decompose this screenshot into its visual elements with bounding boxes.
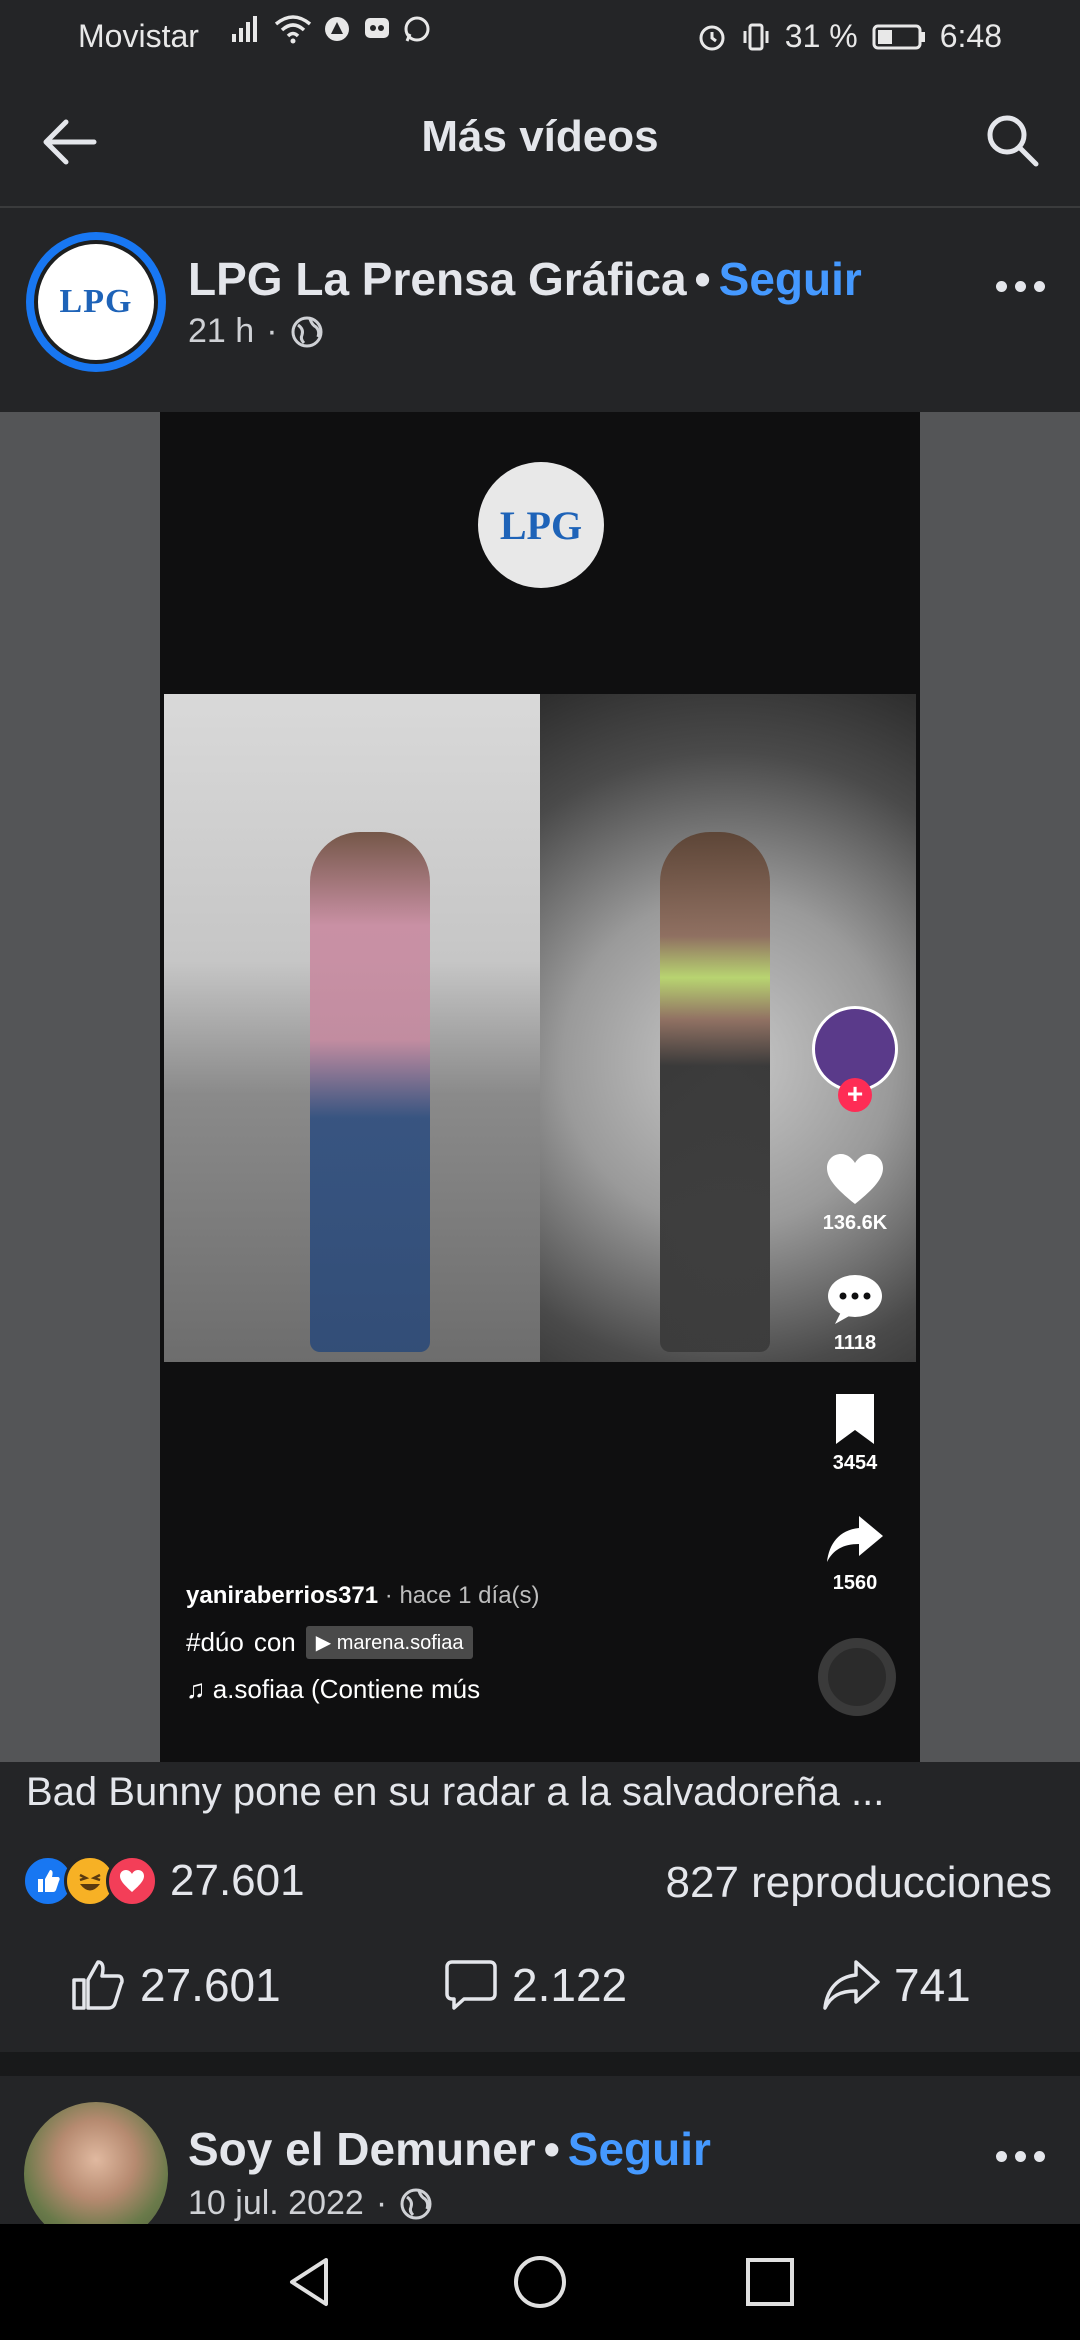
love-reaction-icon	[106, 1855, 158, 1907]
tiktok-like-count: 136.6K	[822, 1212, 888, 1234]
messenger-app-icon	[365, 18, 389, 38]
post-author: LPG La Prensa Gráfica • Seguir	[188, 252, 862, 306]
nav-home-icon[interactable]	[512, 2254, 568, 2310]
top-app-bar: Más vídeos	[0, 72, 1080, 208]
avatar-logo-text: LPG	[34, 240, 158, 364]
tiktok-music-line: ♫ a.sofiaa (Contiene mús	[186, 1674, 481, 1704]
heart-icon	[827, 1154, 883, 1204]
page-title: Más vídeos	[421, 112, 659, 161]
tiktok-con: con	[253, 1627, 296, 1657]
dancer-right	[660, 832, 770, 1352]
meta-dot: ·	[266, 312, 278, 350]
nav-back-icon[interactable]	[282, 2254, 338, 2310]
tiktok-share: 1560	[810, 1512, 900, 1595]
meta-dot-2: ·	[375, 2184, 388, 2222]
tiktok-like: 136.6K	[810, 1152, 900, 1235]
thumbs-up-icon	[72, 1960, 124, 2010]
comment-icon	[445, 1960, 497, 2010]
post-action-bar: 27.601 2.122 741	[0, 1940, 1080, 2040]
video-frame[interactable]: LPG + 136.6K 1118 3454 1560 yaniraberrio…	[160, 412, 920, 1762]
more-options-icon-2[interactable]	[990, 2136, 1050, 2176]
status-icons-left	[230, 14, 432, 44]
tiktok-comment: 1118	[810, 1272, 900, 1355]
like-button[interactable]: 27.601	[70, 1958, 281, 2012]
comment-count: 2.122	[512, 1959, 628, 2011]
tiktok-duet-chip: ▶ marena.sofiaa	[305, 1626, 474, 1659]
post2-date[interactable]: 10 jul. 2022	[188, 2184, 364, 2223]
lpg-logo: LPG	[478, 462, 604, 588]
tiktok-username: yaniraberrios371 · hace 1 día(s)	[186, 1582, 540, 1610]
nav-recents-icon[interactable]	[742, 2254, 798, 2310]
tiktok-time-ago: · hace 1 día(s)	[378, 1582, 540, 1609]
reaction-count: 27.601	[170, 1856, 305, 1905]
tiktok-save-count: 3454	[832, 1452, 878, 1474]
tiktok-music-disc-icon	[818, 1638, 896, 1716]
share-count: 741	[894, 1959, 971, 2011]
battery-icon	[872, 24, 925, 49]
share-arrow-icon	[827, 1516, 883, 1562]
view-count: 827 reproducciones	[665, 1858, 1052, 1907]
share-button[interactable]: 741	[822, 1958, 971, 2012]
status-icons-right: 31 % 6:48	[697, 18, 1002, 55]
carrier-name: Movistar	[78, 18, 199, 54]
feed-divider	[0, 2052, 1080, 2076]
battery-percent: 31 %	[784, 18, 858, 54]
wifi-icon	[274, 15, 312, 44]
post-meta: 21 h ·	[188, 312, 324, 351]
notification-app-icon	[325, 17, 349, 41]
alarm-icon	[699, 25, 725, 50]
tiktok-hashtag-line: #dúo con ▶ marena.sofiaa	[186, 1626, 474, 1659]
tiktok-comment-count: 1118	[833, 1332, 877, 1354]
signal-icon	[232, 16, 257, 42]
whatsapp-icon	[404, 16, 430, 42]
name-separator: •	[694, 253, 711, 305]
tiktok-save: 3454	[810, 1392, 900, 1475]
globe-icon	[400, 2188, 432, 2219]
tiktok-share-count: 1560	[832, 1572, 878, 1594]
dancer-left	[310, 832, 430, 1352]
share-icon	[823, 1960, 880, 2010]
system-navigation-bar	[0, 2224, 1080, 2340]
vibrate-icon	[743, 23, 769, 50]
tiktok-hashtag: #dúo	[186, 1627, 244, 1657]
post2-meta: 10 jul. 2022 ·	[188, 2184, 433, 2223]
page-name-link[interactable]: LPG La Prensa Gráfica	[188, 253, 687, 305]
more-options-icon[interactable]	[990, 266, 1050, 306]
comment-bubble-icon	[828, 1275, 882, 1324]
reaction-summary[interactable]: 27.601	[22, 1855, 305, 1907]
tiktok-username-text: yaniraberrios371	[186, 1582, 379, 1609]
name-separator-2: •	[543, 2123, 560, 2175]
globe-icon	[291, 316, 323, 347]
post-time[interactable]: 21 h	[188, 312, 254, 351]
bookmark-icon	[836, 1394, 874, 1444]
post2-author: Soy el Demuner • Seguir	[188, 2122, 711, 2176]
status-bar: Movistar 31 % 6:48	[0, 0, 1080, 72]
page-name-link-2[interactable]: Soy el Demuner	[188, 2123, 536, 2175]
comment-button[interactable]: 2.122	[444, 1958, 627, 2012]
clock: 6:48	[939, 18, 1002, 54]
page-avatar[interactable]: LPG	[26, 232, 166, 372]
post-caption[interactable]: Bad Bunny pone en su radar a la salvador…	[26, 1770, 1056, 1815]
follow-button[interactable]: Seguir	[719, 253, 862, 305]
search-icon[interactable]	[982, 110, 1042, 170]
like-count: 27.601	[140, 1959, 281, 2011]
tiktok-follow-plus-icon: +	[838, 1078, 872, 1112]
follow-button-2[interactable]: Seguir	[568, 2123, 711, 2175]
